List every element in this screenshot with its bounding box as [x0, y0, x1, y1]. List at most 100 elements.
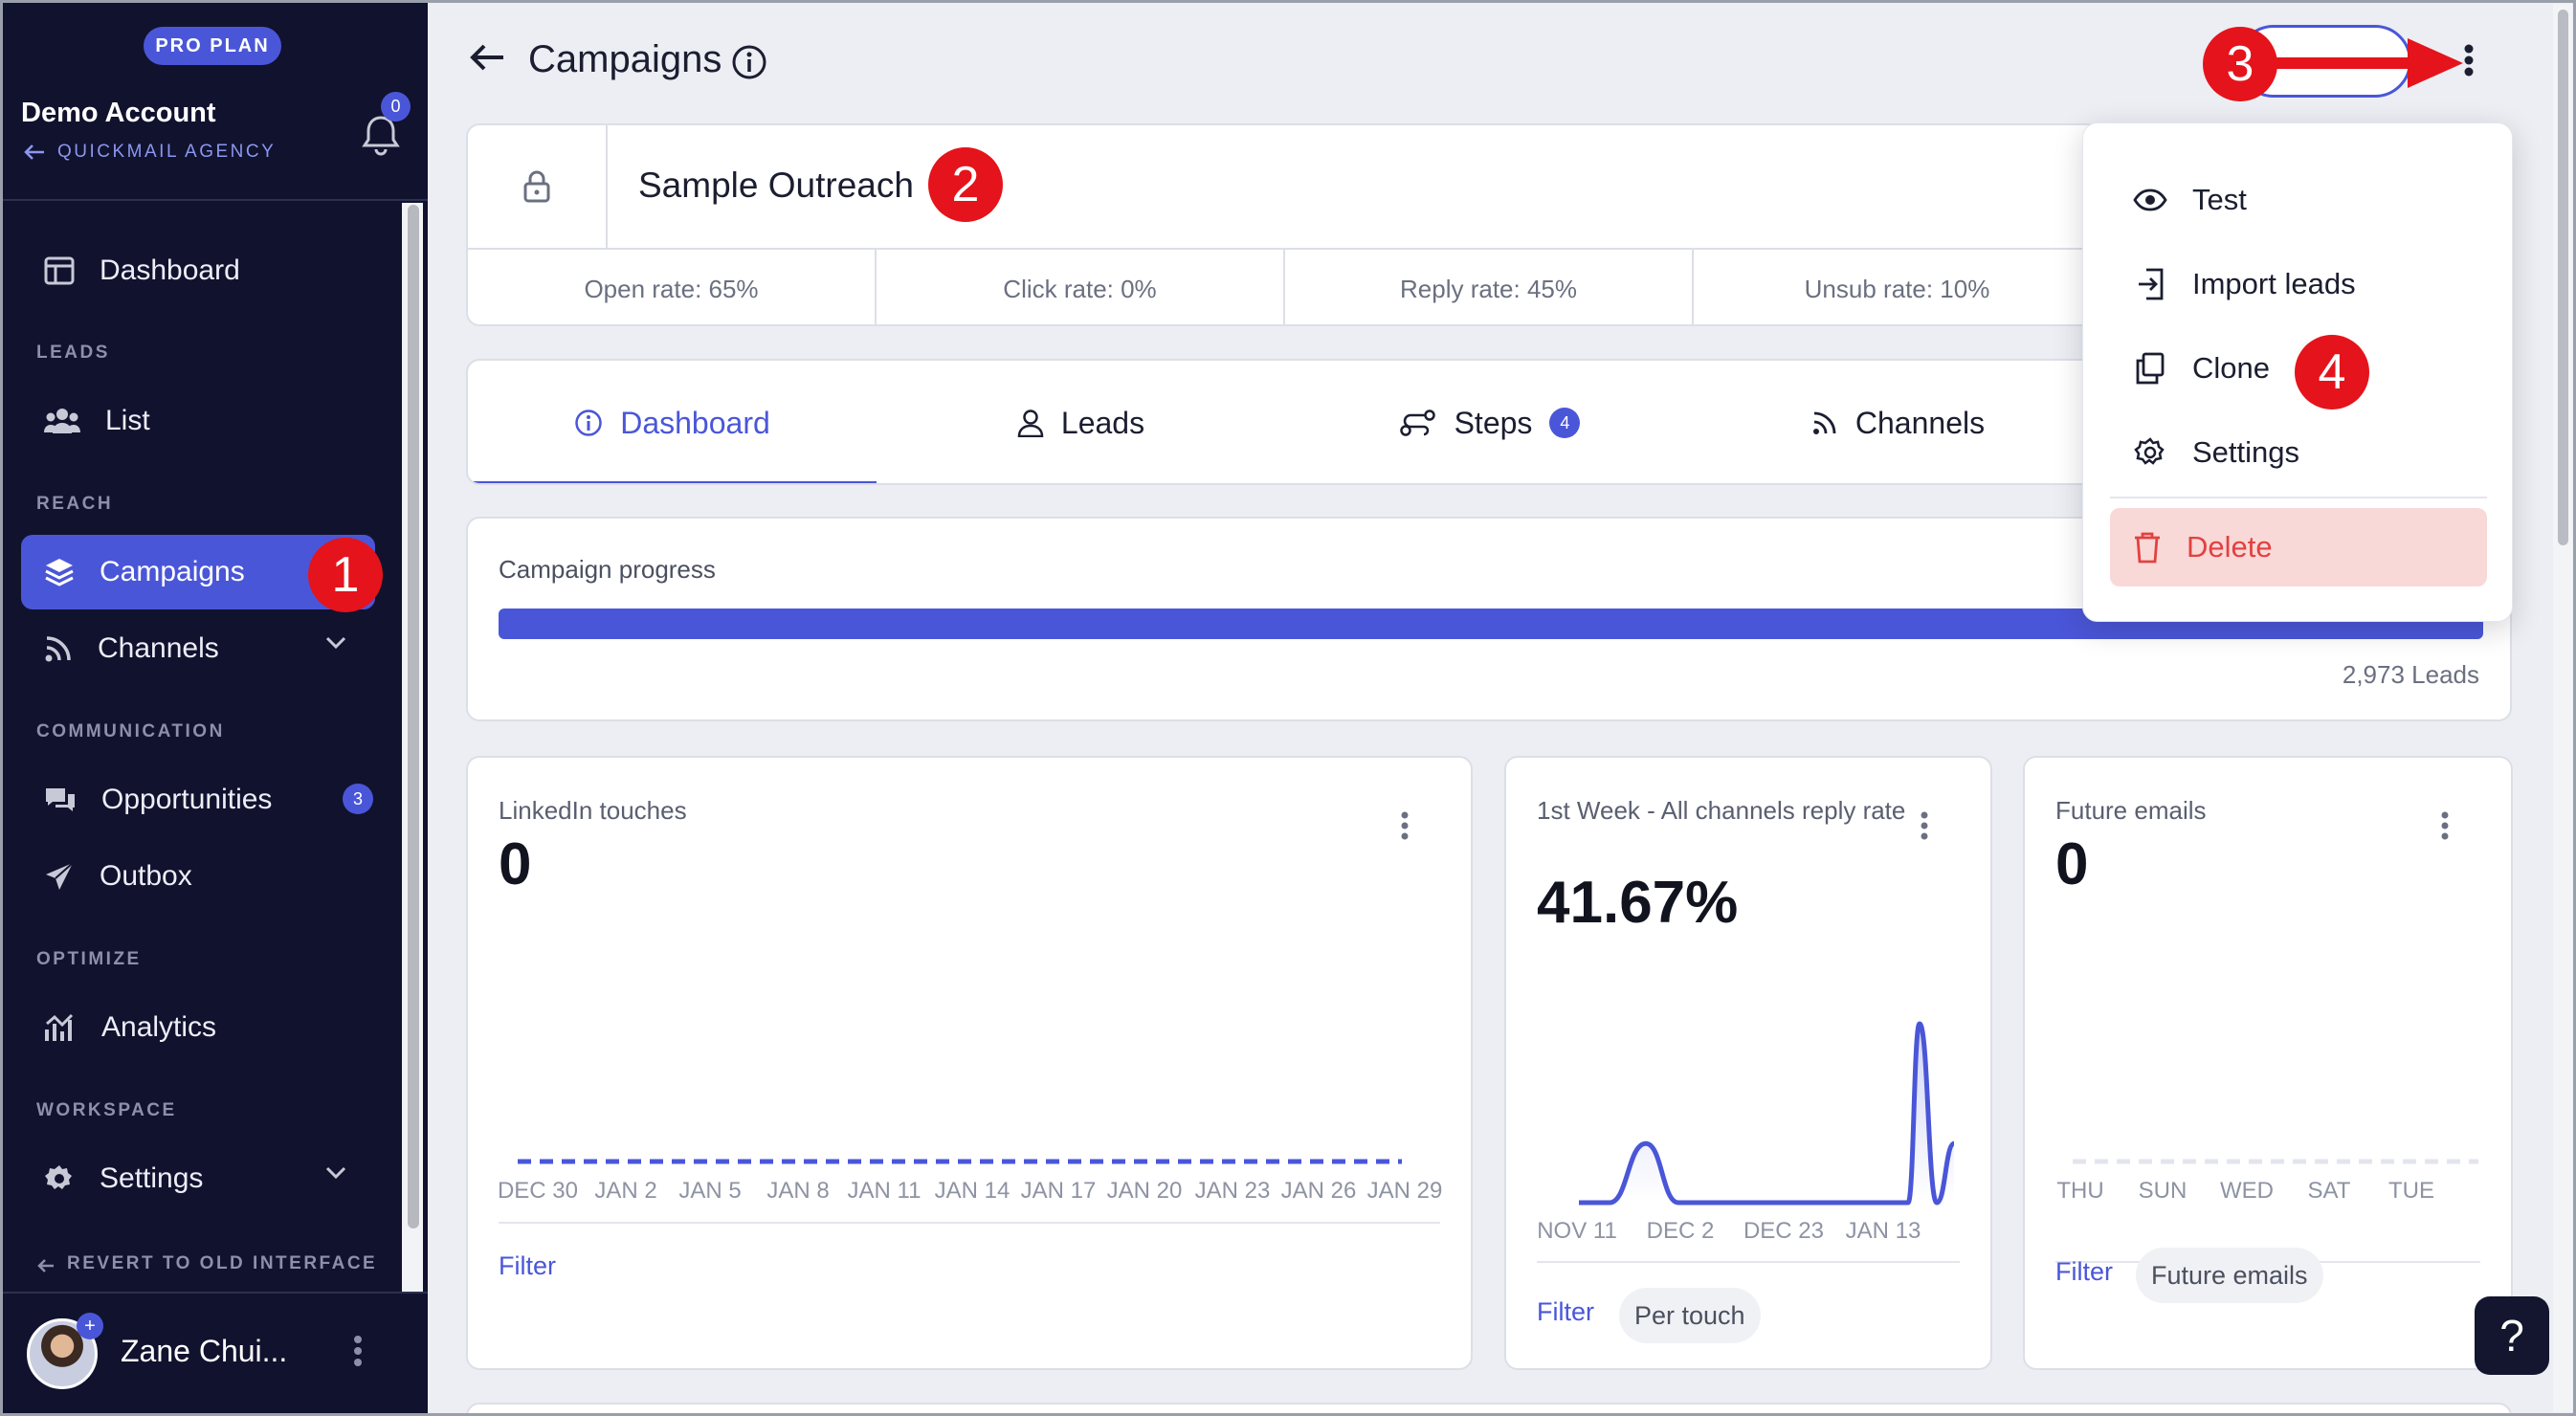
tab-leads[interactable]: Leads: [877, 361, 1285, 483]
user-name[interactable]: Zane Chui...: [121, 1334, 287, 1369]
steps-count-badge: 4: [1549, 408, 1581, 438]
campaign-name[interactable]: Sample Outreach: [638, 166, 914, 206]
analytics-icon: [44, 1012, 77, 1043]
next-card-edge: [466, 1403, 2512, 1416]
nav-section-communication: COMMUNICATION: [36, 721, 225, 741]
add-account-button[interactable]: +: [77, 1313, 103, 1339]
x-tick-label: TUE: [2388, 1178, 2434, 1204]
widget-value: 0: [2055, 831, 2089, 897]
menu-item-label: Clone: [2192, 351, 2270, 385]
menu-item-test[interactable]: Test: [2133, 183, 2247, 217]
sidebar-item-channels[interactable]: Channels: [21, 611, 375, 686]
annotation-arrow: [2264, 33, 2467, 94]
sidebar-item-settings[interactable]: Settings: [21, 1141, 375, 1216]
sidebar: PRO PLAN Demo Account QUICKMAIL AGENCY 0…: [0, 0, 428, 1416]
x-tick-label: JAN 26: [1281, 1178, 1357, 1204]
sidebar-item-dashboard[interactable]: Dashboard: [21, 233, 375, 308]
nav-section-leads: LEADS: [36, 343, 110, 363]
menu-divider: [2110, 497, 2487, 498]
chevron-down-icon[interactable]: [325, 636, 346, 650]
sidebar-item-opportunities[interactable]: Opportunities 3: [21, 763, 375, 837]
reply-rate-stat: Reply rate: 45%: [1285, 250, 1694, 324]
leads-count: 2,973 Leads: [2342, 660, 2479, 689]
import-icon: [2133, 268, 2167, 300]
sidebar-item-label: Settings: [100, 1162, 204, 1194]
tab-channels[interactable]: Channels: [1694, 361, 2102, 483]
tab-dashboard[interactable]: Dashboard: [468, 361, 877, 483]
agency-link[interactable]: QUICKMAIL AGENCY: [23, 142, 276, 163]
x-tick-label: JAN 8: [766, 1178, 829, 1204]
reply-rate-widget: 1st Week - All channels reply rate 41.67…: [1504, 756, 1992, 1370]
filter-link[interactable]: Filter: [1537, 1297, 1594, 1327]
users-icon: [44, 407, 80, 435]
filter-link[interactable]: Filter: [499, 1251, 556, 1281]
menu-item-clone[interactable]: Clone: [2133, 351, 2270, 386]
sidebar-item-label: Campaigns: [100, 556, 245, 587]
x-tick-label: DEC 30: [498, 1178, 578, 1204]
tab-label: Leads: [1060, 405, 1145, 440]
info-icon[interactable]: [731, 44, 767, 80]
user-menu-icon[interactable]: [352, 1334, 364, 1368]
gear-icon: [44, 1163, 75, 1194]
reply-rate-chart: NOV 11 DEC 2 DEC 23 JAN 13: [1537, 1021, 1957, 1244]
linkedin-touches-chart: DEC 30 JAN 2 JAN 5 JAN 8 JAN 11 JAN 14 JAN 17 J…: [498, 1159, 1442, 1204]
sidebar-scrollbar-thumb[interactable]: [408, 205, 419, 1228]
x-tick-label: DEC 2: [1647, 1218, 1715, 1244]
active-tab-indicator: [468, 481, 877, 483]
page-title: Campaigns: [528, 38, 722, 80]
annotation-marker-1: 1: [308, 538, 383, 612]
widget-menu-icon[interactable]: [2440, 811, 2450, 840]
menu-item-import-leads[interactable]: Import leads: [2133, 267, 2356, 301]
plan-badge: PRO PLAN: [144, 27, 281, 65]
per-touch-chip[interactable]: Per touch: [1619, 1288, 1761, 1343]
arrow-left-icon: [23, 143, 46, 162]
progress-label: Campaign progress: [499, 555, 716, 584]
widget-title: 1st Week - All channels reply rate: [1537, 796, 1906, 825]
x-tick-label: JAN 2: [594, 1178, 656, 1204]
menu-item-settings[interactable]: Settings: [2133, 435, 2299, 470]
nav-section-reach: REACH: [36, 494, 114, 514]
menu-item-delete[interactable]: Delete: [2110, 508, 2487, 586]
x-tick-label: THU: [2056, 1178, 2103, 1204]
main-scrollbar-thumb[interactable]: [2558, 10, 2568, 545]
rss-icon: [1811, 409, 1838, 436]
route-icon: [1399, 409, 1437, 437]
x-tick-label: JAN 13: [1846, 1218, 1921, 1244]
future-emails-chip[interactable]: Future emails: [2136, 1248, 2323, 1303]
copy-icon: [2133, 352, 2167, 385]
menu-item-label: Settings: [2192, 435, 2300, 469]
unsub-rate-stat: Unsub rate: 10%: [1694, 250, 2102, 324]
sidebar-item-list[interactable]: List: [21, 384, 375, 458]
widget-value: 0: [499, 831, 532, 897]
future-emails-chart: THU SUN WED SAT TUE: [2056, 1159, 2478, 1204]
x-tick-label: SAT: [2308, 1178, 2351, 1204]
x-tick-label: SUN: [2139, 1178, 2187, 1204]
x-tick-label: JAN 5: [678, 1178, 741, 1204]
chat-icon: [44, 785, 77, 814]
chevron-down-icon[interactable]: [325, 1166, 346, 1180]
sidebar-item-label: List: [105, 405, 150, 436]
widget-menu-icon[interactable]: [1920, 811, 1929, 840]
help-button[interactable]: ?: [2475, 1296, 2549, 1375]
x-tick-label: JAN 23: [1195, 1178, 1271, 1204]
trash-icon: [2133, 531, 2162, 564]
lock-icon[interactable]: [468, 125, 608, 248]
account-name[interactable]: Demo Account: [21, 98, 216, 129]
user-bar: + Zane Chui...: [0, 1292, 428, 1416]
future-emails-widget: Future emails 0 THU SUN WED SAT TUE Filter F…: [2023, 756, 2513, 1370]
sidebar-item-label: Opportunities: [101, 784, 273, 815]
widget-divider: [499, 1222, 1440, 1224]
back-arrow-icon[interactable]: [469, 42, 505, 73]
x-tick-label: JAN 14: [935, 1178, 1010, 1204]
x-tick-label: JAN 20: [1107, 1178, 1183, 1204]
tab-label: Dashboard: [620, 405, 770, 440]
sidebar-item-analytics[interactable]: Analytics: [21, 990, 375, 1065]
layers-icon: [44, 557, 75, 587]
widget-value: 41.67%: [1537, 870, 1739, 936]
sidebar-item-label: Dashboard: [100, 254, 240, 286]
sidebar-item-outbox[interactable]: Outbox: [21, 839, 375, 914]
tab-steps[interactable]: Steps 4: [1285, 361, 1694, 483]
menu-item-label: Import leads: [2192, 267, 2356, 300]
filter-link[interactable]: Filter: [2055, 1257, 2113, 1287]
widget-menu-icon[interactable]: [1400, 811, 1410, 840]
